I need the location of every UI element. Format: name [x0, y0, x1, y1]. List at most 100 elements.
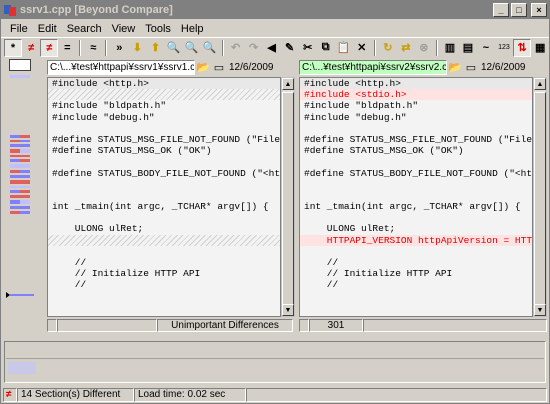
right-code-line[interactable]: // Initialize HTTP API — [300, 268, 532, 279]
save-icon[interactable]: ▭ — [463, 61, 479, 74]
left-code-line[interactable]: #define STATUS_MSG_OK ("OK") — [48, 145, 280, 156]
right-code-line[interactable]: ULONG ulRet; — [300, 223, 532, 234]
right-code-line[interactable]: HTTPAPI_VERSION httpApiVersion = HTTPAPI — [300, 234, 532, 246]
left-code-line[interactable]: #define STATUS_BODY_FILE_NOT_FOUND ("<ht… — [48, 168, 280, 179]
show-differences-icon[interactable]: ≠ — [22, 39, 40, 57]
scroll-up-icon[interactable]: ▲ — [534, 78, 546, 90]
overview-strip[interactable] — [4, 59, 42, 339]
over-under-icon[interactable]: ▤ — [459, 39, 477, 57]
right-code-line[interactable]: #define STATUS_MSG_FILE_NOT_FOUND ("File… — [300, 134, 532, 145]
overview-viewport[interactable] — [9, 59, 31, 71]
scroll-down-icon[interactable]: ▼ — [282, 304, 294, 316]
scroll-thumb[interactable] — [534, 92, 546, 316]
next-difference-icon[interactable]: ⬇ — [128, 39, 146, 57]
right-status-text: 301 — [309, 319, 363, 332]
show-context-icon[interactable]: ≠ — [40, 38, 59, 57]
delete-icon[interactable]: ✕ — [353, 39, 371, 57]
right-code-line[interactable]: // — [300, 279, 532, 290]
left-text-pane[interactable]: #include <http.h> #include "bldpath.h" #in… — [47, 77, 281, 317]
left-code-line[interactable] — [48, 89, 280, 101]
text-icon[interactable]: ▦ — [531, 39, 549, 57]
right-code-line[interactable] — [300, 123, 532, 134]
side-by-side-icon[interactable]: ▥ — [441, 39, 459, 57]
browse-folder-icon[interactable]: 📂 — [447, 61, 463, 74]
redo-icon[interactable]: ↷ — [245, 39, 263, 57]
rules-icon[interactable]: ⇅ — [513, 38, 532, 57]
paste-icon[interactable]: 📋 — [335, 39, 353, 57]
line-numbers-icon[interactable]: 123 — [495, 39, 513, 57]
left-code-line[interactable] — [48, 246, 280, 257]
left-path-field[interactable]: C:\...¥test¥httpapi¥ssrv1¥ssrv1.cp ▼ — [47, 59, 195, 75]
more-icon[interactable]: » — [110, 39, 128, 57]
menu-help[interactable]: Help — [176, 23, 209, 35]
left-scrollbar[interactable]: ▲ ▼ — [281, 77, 295, 317]
find-icon[interactable]: 🔍 — [164, 39, 182, 57]
save-icon[interactable]: ▭ — [211, 61, 227, 74]
left-code-line[interactable]: #include "debug.h" — [48, 112, 280, 123]
left-code-line[interactable]: // Initialize HTTP API — [48, 268, 280, 279]
left-code-line[interactable] — [48, 212, 280, 223]
right-code-line[interactable]: // — [300, 257, 532, 268]
find-previous-icon[interactable]: 🔍 — [201, 39, 219, 57]
edit-icon[interactable]: ✎ — [281, 39, 299, 57]
left-code-line[interactable] — [48, 123, 280, 134]
minor-icon[interactable]: ≈ — [84, 39, 102, 57]
left-code-line[interactable]: #include "bldpath.h" — [48, 100, 280, 111]
find-next-icon[interactable]: 🔍 — [182, 39, 200, 57]
maximize-button[interactable]: □ — [511, 3, 527, 17]
left-code-line[interactable]: #include <http.h> — [48, 78, 280, 90]
stop-icon[interactable]: ⊗ — [415, 39, 433, 57]
right-code-line[interactable]: #include "bldpath.h" — [300, 100, 532, 111]
ignore-icon[interactable]: ~ — [477, 39, 495, 57]
right-code-line[interactable] — [300, 212, 532, 223]
right-code-line[interactable] — [300, 246, 532, 257]
refresh-icon[interactable]: ↻ — [379, 39, 397, 57]
menu-file[interactable]: File — [5, 23, 33, 35]
copy-icon[interactable]: ⧉ — [317, 39, 335, 57]
left-code-line[interactable]: int _tmain(int argc, _TCHAR* argv[]) { — [48, 201, 280, 212]
right-code-line[interactable] — [300, 179, 532, 190]
show-same-icon[interactable]: = — [58, 39, 76, 57]
right-code-line[interactable]: int _tmain(int argc, _TCHAR* argv[]) { — [300, 201, 532, 212]
right-scrollbar[interactable]: ▲ ▼ — [533, 77, 547, 317]
left-code-line[interactable] — [48, 156, 280, 167]
left-code-line[interactable] — [48, 190, 280, 201]
right-code-line[interactable] — [300, 156, 532, 167]
show-all-icon[interactable]: * — [4, 38, 23, 57]
left-date: 12/6/2009 — [229, 61, 274, 73]
copy-to-left-icon[interactable]: ◀ — [263, 39, 281, 57]
menu-view[interactable]: View — [107, 23, 141, 35]
right-text-pane[interactable]: #include <http.h> #include <stdio.h> #incl… — [299, 77, 533, 317]
load-time: Load time: 0.02 sec — [134, 388, 246, 402]
swap-sides-icon[interactable]: ⇄ — [397, 39, 415, 57]
sections-different: 14 Section(s) Different — [17, 388, 134, 402]
right-code-line[interactable]: #include <stdio.h> — [300, 89, 532, 101]
left-code-line[interactable] — [48, 234, 280, 246]
left-code-line[interactable]: // — [48, 257, 280, 268]
right-code-line[interactable]: #define STATUS_BODY_FILE_NOT_FOUND ("<ht… — [300, 168, 532, 179]
undo-icon[interactable]: ↶ — [227, 39, 245, 57]
left-code-line[interactable] — [48, 179, 280, 190]
overview-difference-marks — [10, 135, 30, 215]
app-window: ssrv1.cpp [Beyond Compare] _ □ × File Ed… — [0, 0, 550, 404]
scroll-up-icon[interactable]: ▲ — [282, 78, 294, 90]
close-button[interactable]: × — [531, 3, 547, 17]
scroll-thumb[interactable] — [282, 92, 294, 316]
menu-bar: File Edit Search View Tools Help — [1, 20, 549, 37]
menu-edit[interactable]: Edit — [33, 23, 62, 35]
previous-difference-icon[interactable]: ⬆ — [146, 39, 164, 57]
left-code-line[interactable]: ULONG ulRet; — [48, 223, 280, 234]
left-code-line[interactable]: // — [48, 279, 280, 290]
menu-tools[interactable]: Tools — [140, 23, 176, 35]
left-code-line[interactable]: #define STATUS_MSG_FILE_NOT_FOUND ("File… — [48, 134, 280, 145]
scroll-down-icon[interactable]: ▼ — [534, 304, 546, 316]
right-code-line[interactable]: #include "debug.h" — [300, 112, 532, 123]
right-code-line[interactable] — [300, 190, 532, 201]
minimize-button[interactable]: _ — [493, 3, 509, 17]
cut-icon[interactable]: ✂ — [299, 39, 317, 57]
right-path-field[interactable]: C:\...¥test¥httpapi¥ssrv2¥ssrv2.cp ▼ — [299, 59, 447, 75]
browse-folder-icon[interactable]: 📂 — [195, 61, 211, 74]
right-code-line[interactable]: #define STATUS_MSG_OK ("OK") — [300, 145, 532, 156]
menu-search[interactable]: Search — [62, 23, 107, 35]
right-code-line[interactable]: #include <http.h> — [300, 78, 532, 90]
